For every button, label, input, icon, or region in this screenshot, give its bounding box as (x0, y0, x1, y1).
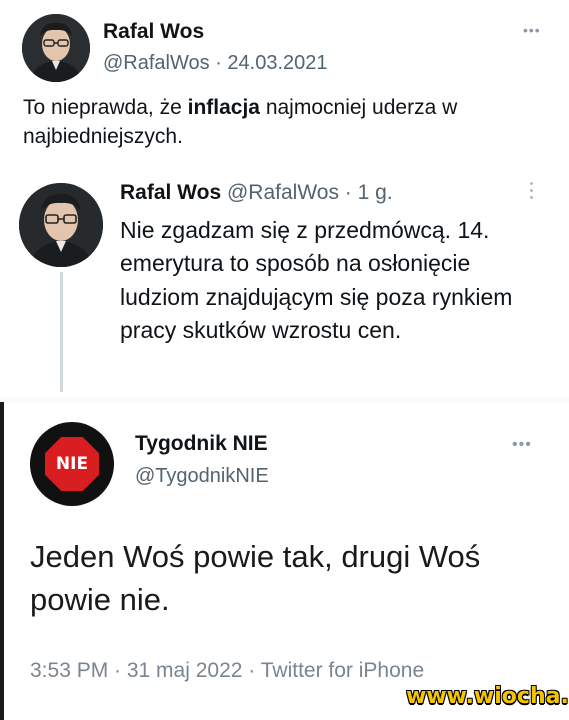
watermark: www.wiocha.pl (406, 684, 569, 709)
author-handle[interactable]: @RafalWos (227, 181, 339, 204)
more-options-icon[interactable]: ••• (512, 436, 532, 454)
tweet-text: Nie zgadzam się z przedmówcą. 14. emeryt… (120, 217, 513, 344)
author-name[interactable]: Rafal Wos (120, 181, 221, 204)
tweet-text-part: To nieprawda, że (23, 96, 188, 119)
tweet-time[interactable]: · 1 g. (345, 181, 393, 204)
thread-connector-line (60, 272, 63, 392)
tweet-text: To nieprawda, że inflacja najmocniej ude… (23, 94, 543, 152)
tweet-date[interactable]: · 24.03.2021 (215, 52, 327, 74)
author-handle-and-date: @RafalWos · 24.03.2021 (103, 52, 328, 75)
person-photo-icon (19, 183, 103, 267)
author-name[interactable]: Rafal Wos (103, 20, 204, 44)
avatar[interactable] (22, 14, 90, 82)
author-name[interactable]: Tygodnik NIE (135, 432, 268, 456)
logo-text: NIE (55, 454, 89, 474)
tweet-text: Jeden Woś powie tak, drugi Woś powie nie… (30, 539, 481, 618)
screenshot-divider (0, 398, 569, 402)
screenshot-divider (0, 398, 4, 720)
person-photo-icon (22, 14, 90, 82)
tweet-meta: 3:53 PM · 31 maj 2022 · Twitter for iPho… (30, 659, 425, 682)
more-options-icon[interactable]: ••• (523, 22, 541, 38)
more-options-icon[interactable] (530, 182, 534, 199)
avatar[interactable] (19, 183, 103, 267)
author-handle[interactable]: @RafalWos (103, 52, 210, 74)
tweet-header: Rafal Wos @RafalWos · 1 g. (120, 181, 393, 205)
author-handle[interactable]: @TygodnikNIE (135, 465, 269, 488)
tweet-text-bold: inflacja (187, 96, 260, 119)
avatar[interactable]: NIE (30, 422, 114, 506)
stop-sign-logo-icon: NIE (45, 437, 99, 491)
